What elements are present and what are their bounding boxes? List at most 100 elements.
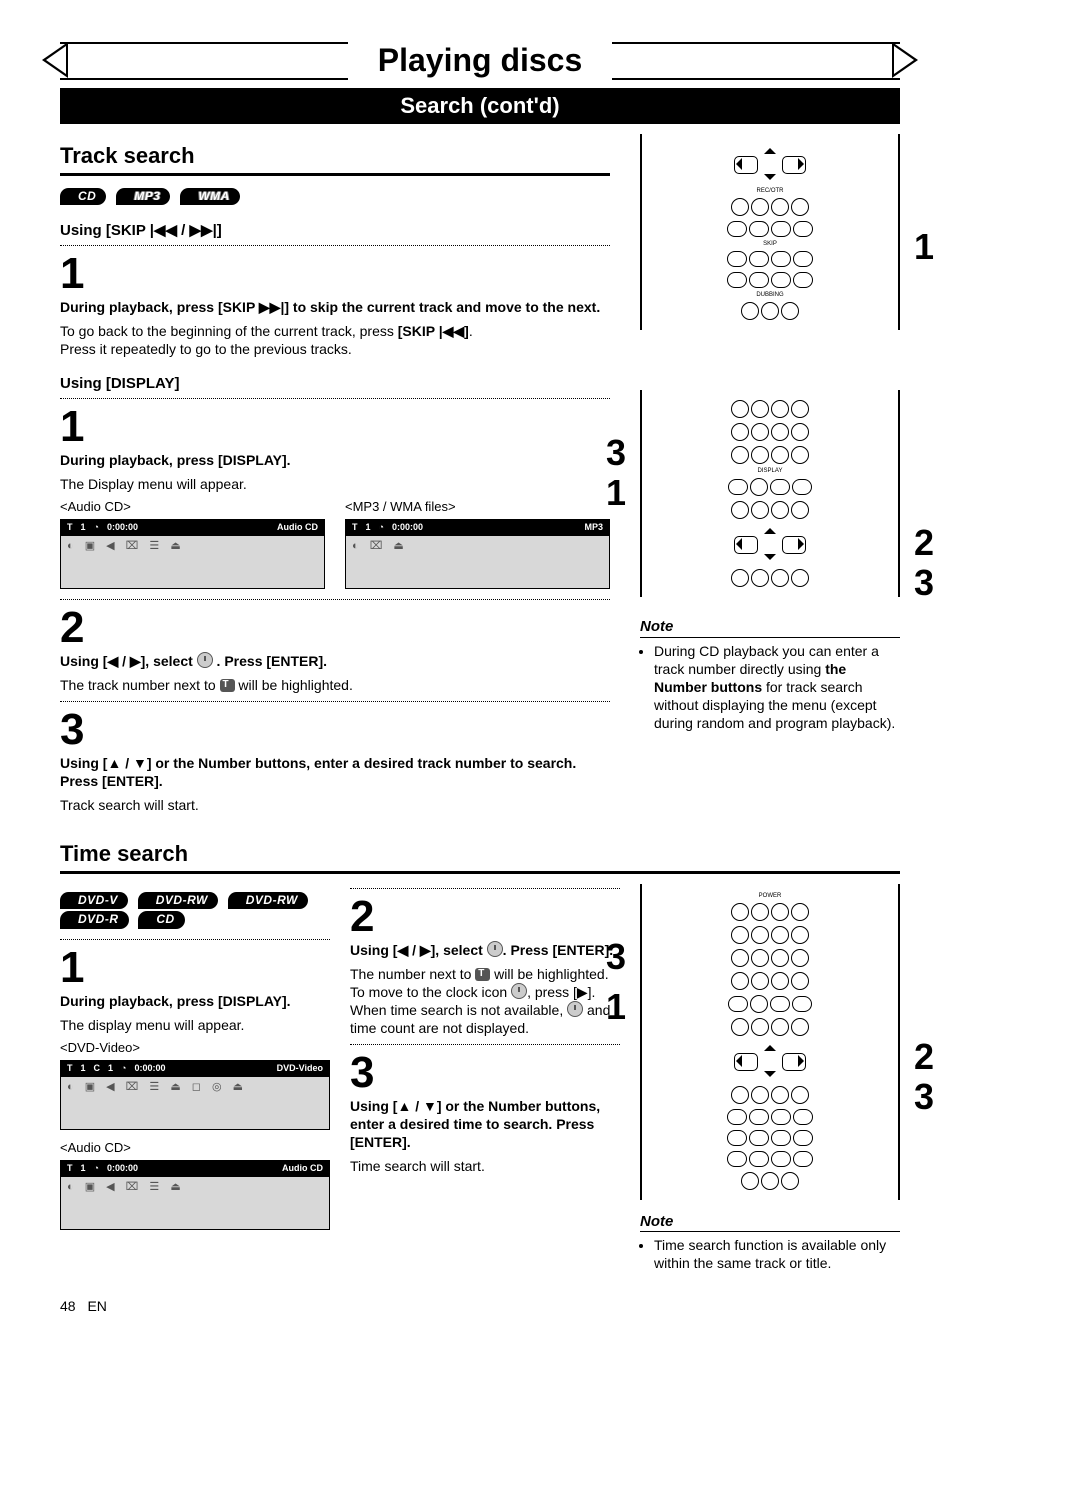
note-text: During CD playback you can enter a track… (654, 642, 900, 733)
pill-dvdr: DVD-R (60, 911, 129, 929)
skip-step1-body: To go back to the beginning of the curre… (60, 322, 610, 358)
step-number-2: 2 (60, 606, 610, 650)
osd-num: 1 (81, 522, 86, 534)
time-step-2: 2 (350, 895, 620, 939)
osd-type: MP3 (584, 522, 603, 534)
note-text: Time search function is available only w… (654, 1236, 900, 1272)
text: . Press [ENTER]. (213, 653, 327, 669)
osd-t: T (352, 522, 358, 534)
skip-step1-bold: During playback, press [SKIP ▶▶|] to ski… (60, 298, 610, 316)
format-pills: CD MP3 WMA (60, 186, 610, 206)
time-step2-bold: Using [◀ / ▶], select . Press [ENTER]. (350, 941, 620, 959)
pill-wma: WMA (180, 188, 240, 206)
page-lang: EN (87, 1298, 106, 1314)
text: To go back to the beginning of the curre… (60, 323, 398, 339)
remote-diagram-time: 3 1 2 3 POWER (640, 884, 900, 1200)
dvd-video-label: <DVD-Video> (60, 1040, 330, 1057)
osd-icon-row: ◐ ▣ ◀ ⌧ ☰ ⏏ (61, 536, 324, 556)
osd-audio-cd2: T 1 ◔ 0:00:00 Audio CD ◐ ▣ ◀ ⌧ ☰ ⏏ (60, 1160, 330, 1230)
lbl: SKIP (648, 241, 892, 247)
clock-select-icon (487, 941, 503, 957)
display-step3-body: Track search will start. (60, 796, 610, 814)
osd-icon-row: ◐ ▣ ◀ ⌧ ☰ ⏏ (61, 1177, 329, 1197)
osd-type: Audio CD (277, 522, 318, 534)
text: Using [◀ / ▶], select (60, 653, 197, 669)
osd-type: DVD-Video (277, 1063, 323, 1075)
clock-icon (567, 1001, 583, 1017)
divider (350, 888, 620, 889)
text: To move to the clock icon (350, 984, 511, 1000)
note-heading: Note (640, 617, 900, 638)
text: will be highlighted. (238, 677, 352, 693)
sub-banner: Search (cont'd) (60, 88, 900, 125)
text: Using [◀ / ▶], select (350, 942, 487, 958)
remote-diagram-display: 3 1 2 3 DISPLAY (640, 390, 900, 597)
osd-icon-row: ◐ ▣ ◀ ⌧ ☰ ⏏ ◻ ◎ ⏏ (61, 1077, 329, 1097)
osd-time: 0:00:00 (134, 1063, 165, 1075)
display-step1-bold: During playback, press [DISPLAY]. (60, 451, 610, 469)
divider (60, 701, 610, 702)
time-pills: DVD-V DVD-RW DVD-RW DVD-R CD (60, 890, 330, 929)
text: . Press [ENTER]. (503, 942, 613, 958)
lbl: DUBBING (648, 292, 892, 298)
osd-num: 1 (366, 522, 371, 534)
callout-3: 3 (914, 560, 934, 607)
pill-mp3: MP3 (116, 188, 170, 206)
time-step-3: 3 (350, 1051, 620, 1095)
osd-t: T (67, 1163, 73, 1175)
clock-icon: ◔ (121, 1063, 126, 1075)
step-number-3: 3 (60, 708, 610, 752)
audio-cd-label: <Audio CD> (60, 499, 325, 516)
divider (60, 245, 610, 246)
page-footer: 48 EN (60, 1297, 900, 1315)
lbl: REC/OTR (648, 188, 892, 194)
lbl: DISPLAY (648, 468, 892, 474)
divider (60, 939, 330, 940)
osd-dvd-video: T 1 C 1 ◔ 0:00:00 DVD-Video ◐ ▣ ◀ ⌧ ☰ ⏏ … (60, 1060, 330, 1130)
text: , press [▶]. (527, 984, 595, 1000)
time-search-heading: Time search (60, 840, 900, 874)
display-step2-body: The track number next to will be highlig… (60, 676, 610, 694)
osd-cnum: 1 (108, 1063, 113, 1075)
time-step2-body: The number next to will be highlighted. … (350, 965, 620, 1038)
lbl: POWER (648, 893, 892, 899)
note-heading: Note (640, 1212, 900, 1233)
osd-mp3: T 1 ◔ 0:00:00 MP3 ◐ ⌧ ⏏ (345, 519, 610, 589)
osd-time: 0:00:00 (107, 1163, 138, 1175)
pill-cd: CD (60, 188, 106, 206)
callout-3: 3 (914, 1074, 934, 1121)
page-title: Playing discs (348, 40, 613, 82)
clock-icon: ◔ (379, 522, 384, 534)
display-step2-bold: Using [◀ / ▶], select . Press [ENTER]. (60, 652, 610, 670)
audio-cd-label2: <Audio CD> (60, 1140, 330, 1157)
divider (350, 1044, 620, 1045)
pill-dvdrw-video: DVD-RW (138, 892, 218, 910)
osd-t: T (67, 1063, 73, 1075)
skip-back-label: [SKIP |◀◀] (398, 323, 469, 339)
t-icon (475, 968, 490, 981)
osd-tnum: 1 (81, 1063, 86, 1075)
display-step3-bold: Using [▲ / ▼] or the Number buttons, ent… (60, 754, 610, 790)
remote-diagram-skip: REC/OTR SKIP DUBBING 1 (640, 134, 900, 330)
page-title-banner: Playing discs (60, 40, 900, 82)
callout-1: 1 (606, 470, 626, 517)
text: will be highlighted. (490, 966, 608, 982)
text: When time search is not available, (350, 1002, 567, 1018)
osd-audio-cd: T 1 ◔ 0:00:00 Audio CD ◐ ▣ ◀ ⌧ ☰ ⏏ (60, 519, 325, 589)
clock-icon: ◔ (94, 1163, 99, 1175)
callout-1: 1 (606, 984, 626, 1031)
time-note: Note Time search function is available o… (640, 1212, 900, 1273)
using-display-heading: Using [DISPLAY] (60, 374, 610, 394)
clock-select-icon (197, 652, 213, 668)
clock-icon (511, 983, 527, 999)
osd-type: Audio CD (282, 1163, 323, 1175)
time-step3-bold: Using [▲ / ▼] or the Number buttons, ent… (350, 1097, 620, 1152)
text: Press it repeatedly to go to the previou… (60, 341, 352, 357)
osd-icon-row: ◐ ⌧ ⏏ (346, 536, 609, 556)
callout-1: 1 (914, 224, 934, 271)
pill-dvdv: DVD-V (60, 892, 128, 910)
mp3-label: <MP3 / WMA files> (345, 499, 610, 516)
time-step1-body: The display menu will appear. (60, 1016, 330, 1034)
pill-dvdrw-vr: DVD-RW (228, 892, 308, 910)
callout-3: 3 (606, 934, 626, 981)
